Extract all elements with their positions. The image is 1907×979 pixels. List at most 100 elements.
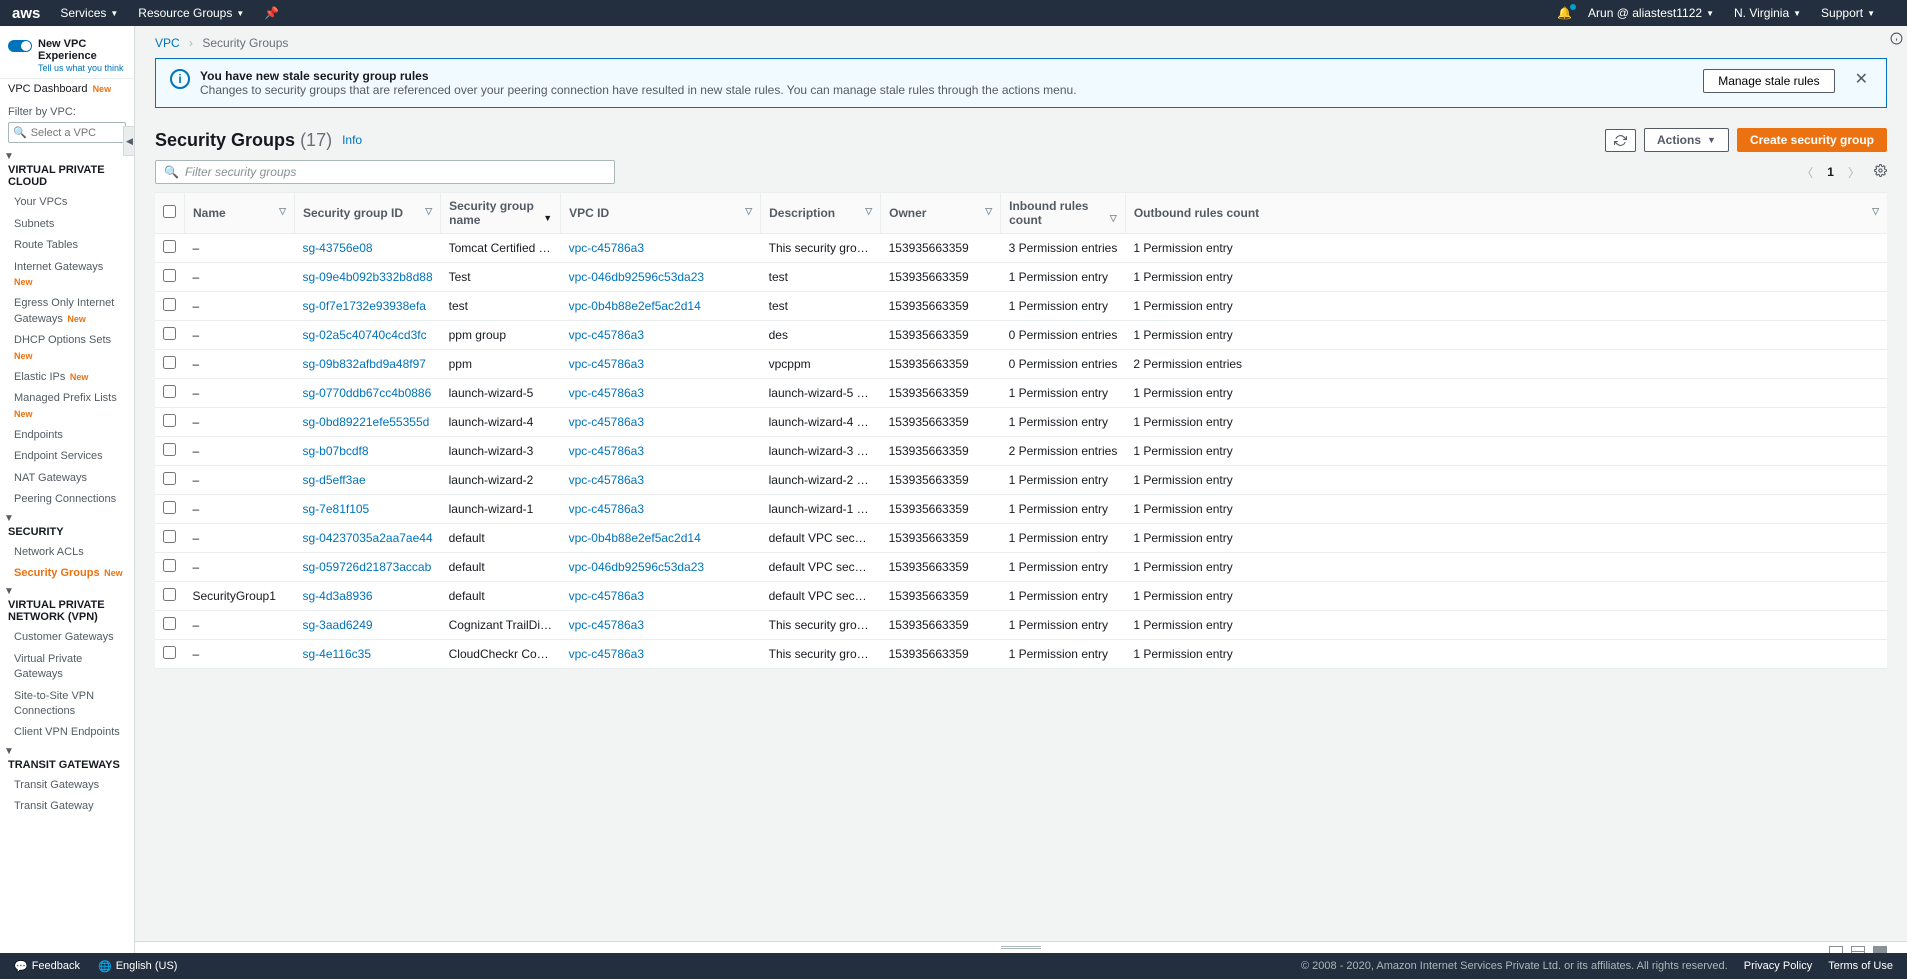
nav-notifications[interactable]: 🔔 [1557, 6, 1572, 20]
resize-handle[interactable] [1001, 946, 1041, 949]
sgid-link[interactable]: sg-059726d21873accab [303, 560, 432, 574]
vpc-link[interactable]: vpc-c45786a3 [569, 357, 644, 371]
layout-split-icon[interactable] [1851, 946, 1865, 953]
layout-bottom-icon[interactable] [1829, 946, 1843, 953]
table-row[interactable]: –sg-09e4b092b332b8d88Testvpc-046db92596c… [155, 263, 1887, 292]
sidebar-item[interactable]: Route Tables [0, 235, 134, 256]
section-toggle[interactable]: ▼ [0, 584, 134, 597]
sidebar-item[interactable]: Peering Connections [0, 489, 134, 510]
table-row[interactable]: –sg-7e81f105launch-wizard-1vpc-c45786a3l… [155, 495, 1887, 524]
row-checkbox[interactable] [163, 501, 176, 514]
layout-full-icon[interactable] [1873, 946, 1887, 953]
vpc-link[interactable]: vpc-046db92596c53da23 [569, 270, 704, 284]
sidebar-item[interactable]: Endpoint Services [0, 446, 134, 467]
table-row[interactable]: –sg-02a5c40740c4cd3fcppm groupvpc-c45786… [155, 321, 1887, 350]
sgid-link[interactable]: sg-04237035a2aa7ae44 [303, 531, 433, 545]
vpc-link[interactable]: vpc-c45786a3 [569, 241, 644, 255]
vpc-link[interactable]: vpc-c45786a3 [569, 647, 644, 661]
row-checkbox[interactable] [163, 559, 176, 572]
col-sgname[interactable]: Security group name▼ [441, 193, 561, 234]
col-name[interactable]: Name▽ [185, 193, 295, 234]
row-checkbox[interactable] [163, 530, 176, 543]
row-checkbox[interactable] [163, 327, 176, 340]
row-checkbox[interactable] [163, 414, 176, 427]
refresh-button[interactable] [1605, 129, 1636, 152]
row-checkbox[interactable] [163, 269, 176, 282]
select-all-checkbox[interactable] [163, 205, 176, 218]
table-row[interactable]: SecurityGroup1sg-4d3a8936defaultvpc-c457… [155, 582, 1887, 611]
sidebar-item[interactable]: Your VPCs [0, 192, 134, 213]
sidebar-item[interactable]: Virtual Private Gateways [0, 649, 134, 686]
nav-resource-groups[interactable]: Resource Groups▼ [138, 6, 244, 20]
sgid-link[interactable]: sg-d5eff3ae [303, 473, 366, 487]
vpc-link[interactable]: vpc-c45786a3 [569, 589, 644, 603]
privacy-link[interactable]: Privacy Policy [1744, 960, 1812, 972]
sidebar-item[interactable]: Internet Gateways New [0, 257, 134, 294]
sidebar-item[interactable]: Endpoints [0, 425, 134, 446]
breadcrumb-vpc[interactable]: VPC [155, 36, 180, 50]
sgid-link[interactable]: sg-4e116c35 [303, 647, 372, 661]
table-row[interactable]: –sg-d5eff3aelaunch-wizard-2vpc-c45786a3l… [155, 466, 1887, 495]
vpc-link[interactable]: vpc-c45786a3 [569, 502, 644, 516]
nav-services[interactable]: Services▼ [60, 6, 118, 20]
table-row[interactable]: –sg-3aad6249Cognizant TrailDigest (...vp… [155, 611, 1887, 640]
sgid-link[interactable]: sg-02a5c40740c4cd3fc [303, 328, 427, 342]
vpc-link[interactable]: vpc-046db92596c53da23 [569, 560, 704, 574]
sidebar-vpc-dashboard[interactable]: VPC Dashboard New [0, 79, 134, 100]
table-row[interactable]: –sg-04237035a2aa7ae44defaultvpc-0b4b88e2… [155, 524, 1887, 553]
vpc-filter-field[interactable] [31, 127, 121, 139]
section-toggle[interactable]: ▼ [0, 744, 134, 757]
sidebar-item[interactable]: DHCP Options Sets New [0, 330, 134, 367]
nav-support[interactable]: Support▼ [1821, 6, 1875, 20]
table-row[interactable]: –sg-b07bcdf8launch-wizard-3vpc-c45786a3l… [155, 437, 1887, 466]
table-row[interactable]: –sg-0770ddb67cc4b0886launch-wizard-5vpc-… [155, 379, 1887, 408]
sgid-link[interactable]: sg-0f7e1732e93938efa [303, 299, 426, 313]
col-inbound[interactable]: Inbound rules count▽ [1001, 193, 1126, 234]
table-row[interactable]: –sg-43756e08Tomcat Certified by Bit...vp… [155, 234, 1887, 263]
sgid-link[interactable]: sg-b07bcdf8 [303, 444, 369, 458]
row-checkbox[interactable] [163, 298, 176, 311]
filter-security-groups-box[interactable]: 🔍 [155, 160, 615, 184]
vpc-link[interactable]: vpc-0b4b88e2ef5ac2d14 [569, 531, 701, 545]
sidebar-collapse-handle[interactable]: ◀ [123, 126, 135, 156]
col-desc[interactable]: Description▽ [761, 193, 881, 234]
row-checkbox[interactable] [163, 443, 176, 456]
row-checkbox[interactable] [163, 472, 176, 485]
sgid-link[interactable]: sg-0bd89221efe55355d [303, 415, 430, 429]
sidebar-item[interactable]: Site-to-Site VPN Connections [0, 686, 134, 723]
col-outbound[interactable]: Outbound rules count▽ [1125, 193, 1887, 234]
page-prev-button[interactable]: 〈 [1797, 162, 1817, 183]
help-panel-icon[interactable] [1890, 32, 1903, 48]
sidebar-item[interactable]: Transit Gateway [0, 796, 134, 817]
sidebar-item[interactable]: Transit Gateways [0, 775, 134, 796]
sidebar-item[interactable]: Egress Only Internet Gateways New [0, 293, 134, 330]
vpc-link[interactable]: vpc-c45786a3 [569, 473, 644, 487]
sgid-link[interactable]: sg-4d3a8936 [303, 589, 373, 603]
table-row[interactable]: –sg-09b832afbd9a48f97ppmvpc-c45786a3vpcp… [155, 350, 1887, 379]
col-owner[interactable]: Owner▽ [881, 193, 1001, 234]
sidebar-item[interactable]: NAT Gateways [0, 468, 134, 489]
table-row[interactable]: –sg-059726d21873accabdefaultvpc-046db925… [155, 553, 1887, 582]
section-toggle[interactable]: ▼ [0, 511, 134, 524]
vpc-link[interactable]: vpc-c45786a3 [569, 328, 644, 342]
row-checkbox[interactable] [163, 240, 176, 253]
terms-link[interactable]: Terms of Use [1828, 960, 1893, 972]
sidebar-item[interactable]: Security Groups New [0, 563, 134, 584]
sidebar-item[interactable]: Network ACLs [0, 542, 134, 563]
filter-by-vpc-input[interactable]: 🔍 [8, 122, 126, 143]
new-experience-toggle[interactable] [8, 40, 32, 52]
nav-region[interactable]: N. Virginia▼ [1734, 6, 1801, 20]
manage-stale-rules-button[interactable]: Manage stale rules [1703, 69, 1834, 93]
aws-logo[interactable]: aws [12, 5, 40, 22]
vpc-link[interactable]: vpc-0b4b88e2ef5ac2d14 [569, 299, 701, 313]
row-checkbox[interactable] [163, 356, 176, 369]
sidebar-item[interactable]: Customer Gateways [0, 627, 134, 648]
table-settings-button[interactable] [1874, 164, 1887, 180]
sidebar-item[interactable]: Elastic IPs New [0, 367, 134, 388]
create-security-group-button[interactable]: Create security group [1737, 128, 1887, 152]
new-experience-feedback-link[interactable]: Tell us what you think [38, 63, 124, 73]
table-row[interactable]: –sg-4e116c35CloudCheckr Cost and ...vpc-… [155, 640, 1887, 669]
row-checkbox[interactable] [163, 646, 176, 659]
table-row[interactable]: –sg-0f7e1732e93938efatestvpc-0b4b88e2ef5… [155, 292, 1887, 321]
sidebar-item[interactable]: Subnets [0, 214, 134, 235]
